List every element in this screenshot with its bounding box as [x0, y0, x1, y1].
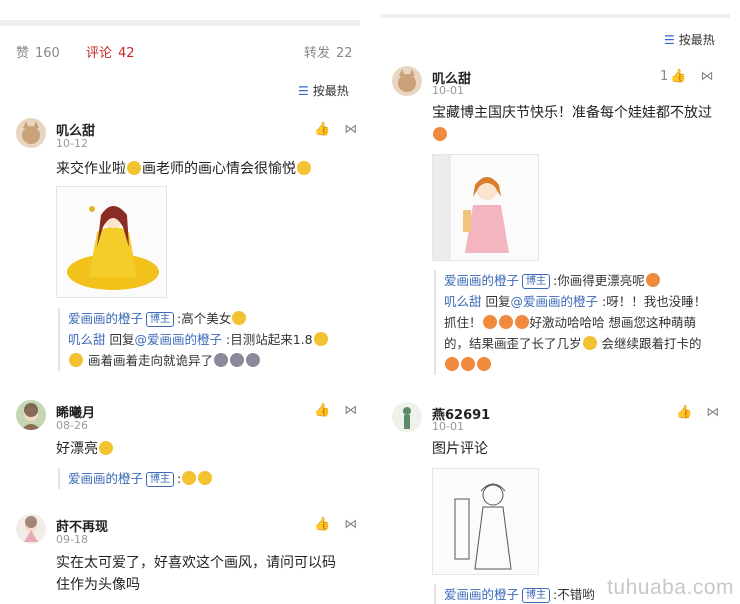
reply-thread: 爱画画的橙子 博主:你画得更漂亮呢 叽么甜 回复@爱画画的橙子 :呀！！我也没睡！…: [434, 270, 734, 375]
emoji-icon: [313, 332, 328, 346]
drawing-girl-pink-dress-icon: [433, 155, 538, 260]
emoji-icon: [69, 353, 83, 367]
share-icon[interactable]: ⋈: [344, 122, 357, 137]
avatar[interactable]: [16, 400, 46, 430]
reply-thread: 爱画画的橙子 博主:高个美女 叽么甜 回复@爱画画的橙子 :目测站起来1.8 画着…: [58, 308, 358, 371]
emoji-icon: [127, 161, 141, 175]
left-panel: 赞 160 评论 42 转发 22 ☰ 按最热 叽么甜 10-12 👍 ⋈ 来交作业啦 画老…: [0, 0, 370, 604]
emoji-icon: [182, 471, 197, 485]
comment-actions: 👍 ⋈: [662, 405, 719, 420]
author-badge: 博主: [146, 472, 175, 487]
reply-line: [444, 354, 734, 375]
comment-actions: 👍 ⋈: [300, 122, 357, 137]
emoji-icon: [433, 127, 447, 141]
emoji-icon: [498, 315, 513, 329]
comment-actions: 👍 ⋈: [300, 517, 357, 532]
avatar[interactable]: [16, 514, 46, 544]
like-icon[interactable]: 👍: [314, 122, 330, 137]
comment-text-line: 实在太可爱了，好喜欢这个画风，请问可以码: [56, 555, 336, 571]
cat-avatar-icon: [398, 69, 416, 92]
emoji-icon: [461, 357, 475, 371]
emoji-icon: [246, 353, 260, 367]
avatar[interactable]: [16, 118, 46, 148]
reply-line: 叽么甜 回复@爱画画的橙子 :目测站起来1.8: [68, 329, 358, 350]
like-icon[interactable]: 👍: [676, 405, 692, 420]
avatar[interactable]: [392, 66, 422, 96]
share-icon[interactable]: ⋈: [344, 517, 357, 532]
reply-thread: 爱画画的橙子 博主:: [58, 468, 358, 489]
comment-image[interactable]: [56, 186, 167, 298]
reply-line: 叽么甜 回复@爱画画的橙子 :呀！！我也没睡！: [444, 294, 707, 309]
like-count: 1: [660, 69, 669, 84]
comment-text: 来交作业啦 画老师的画心情会很愉悦: [56, 158, 312, 180]
comment-image[interactable]: [432, 468, 539, 575]
sort-button[interactable]: ☰ 按最热: [664, 31, 715, 48]
comment-date: 09-18: [56, 533, 88, 546]
comment-emoji: [432, 124, 448, 146]
author-badge: 博主: [522, 274, 551, 289]
emoji-icon: [582, 336, 597, 350]
reply-line: 爱画画的橙子 博主:: [68, 468, 358, 489]
share-icon[interactable]: ⋈: [344, 403, 357, 418]
likes-stat[interactable]: 赞 160: [16, 42, 60, 61]
comment-date: 10-12: [56, 137, 88, 150]
stats-bar: 赞 160 评论 42 转发 22: [16, 42, 356, 62]
share-icon[interactable]: ⋈: [706, 405, 719, 420]
emoji-icon: [482, 315, 497, 329]
figure-avatar-icon: [403, 407, 411, 429]
reply-line: 画着画着走向就诡异了: [68, 350, 358, 371]
sort-icon: ☰: [298, 84, 309, 98]
emoji-icon: [645, 273, 660, 287]
emoji-icon: [445, 357, 459, 371]
avatar[interactable]: [392, 402, 422, 432]
sketch-girl-scroll-icon: [433, 469, 538, 574]
reply-line: 的，结果画歪了长了几岁 会继续跟着打卡的: [444, 336, 702, 351]
emoji-icon: [232, 311, 247, 325]
reposts-stat[interactable]: 转发 22: [304, 42, 353, 61]
reply-line: 爱画画的橙子 博主:高个美女: [68, 308, 358, 329]
cat-avatar-icon: [22, 121, 40, 144]
share-icon[interactable]: ⋈: [700, 69, 713, 84]
comment-date: 10-01: [432, 84, 464, 97]
sort-button[interactable]: ☰ 按最热: [298, 82, 349, 99]
emoji-icon: [214, 353, 228, 367]
emoji-icon: [297, 161, 311, 175]
comment-text: 图片评论: [432, 441, 488, 457]
right-panel: ☰ 按最热 叽么甜 10-01 1 👍 ⋈ 宝藏博主国庆节快乐！准备每个娃娃都不放过 …: [380, 0, 740, 604]
girl-avatar-icon: [21, 403, 41, 430]
comment-date: 10-01: [432, 420, 464, 433]
emoji-icon: [99, 441, 113, 455]
comment-text: 好漂亮: [56, 438, 114, 460]
emoji-icon: [230, 353, 244, 367]
watermark: tuhuaba.com: [607, 576, 734, 599]
emoji-icon: [198, 471, 213, 485]
like-icon[interactable]: 👍: [314, 517, 330, 532]
comment-text: 宝藏博主国庆节快乐！准备每个娃娃都不放过: [432, 105, 712, 121]
comment-text-line: 住作为头像吗: [56, 577, 140, 593]
author-badge: 博主: [146, 312, 175, 327]
author-badge: 博主: [522, 588, 551, 603]
drawing-girl-yellow-dress-icon: [57, 187, 166, 297]
like-icon[interactable]: 👍: [670, 69, 686, 84]
emoji-icon: [477, 357, 491, 371]
comment-actions: 1 👍 ⋈: [660, 69, 713, 84]
top-divider: [380, 14, 730, 18]
like-icon[interactable]: 👍: [314, 403, 330, 418]
top-divider: [0, 20, 360, 26]
comments-stat[interactable]: 评论 42: [86, 42, 135, 61]
cartoon-girl-avatar-icon: [24, 516, 38, 542]
sort-icon: ☰: [664, 33, 675, 47]
comment-date: 08-26: [56, 419, 88, 432]
comment-image[interactable]: [432, 154, 539, 261]
comment-actions: 👍 ⋈: [300, 403, 357, 418]
reply-line: 爱画画的橙子 博主:你画得更漂亮呢: [444, 270, 734, 291]
emoji-icon: [514, 315, 529, 329]
reply-line: 抓住！ 好激动哈哈哈 想画您这种萌萌: [444, 315, 696, 330]
